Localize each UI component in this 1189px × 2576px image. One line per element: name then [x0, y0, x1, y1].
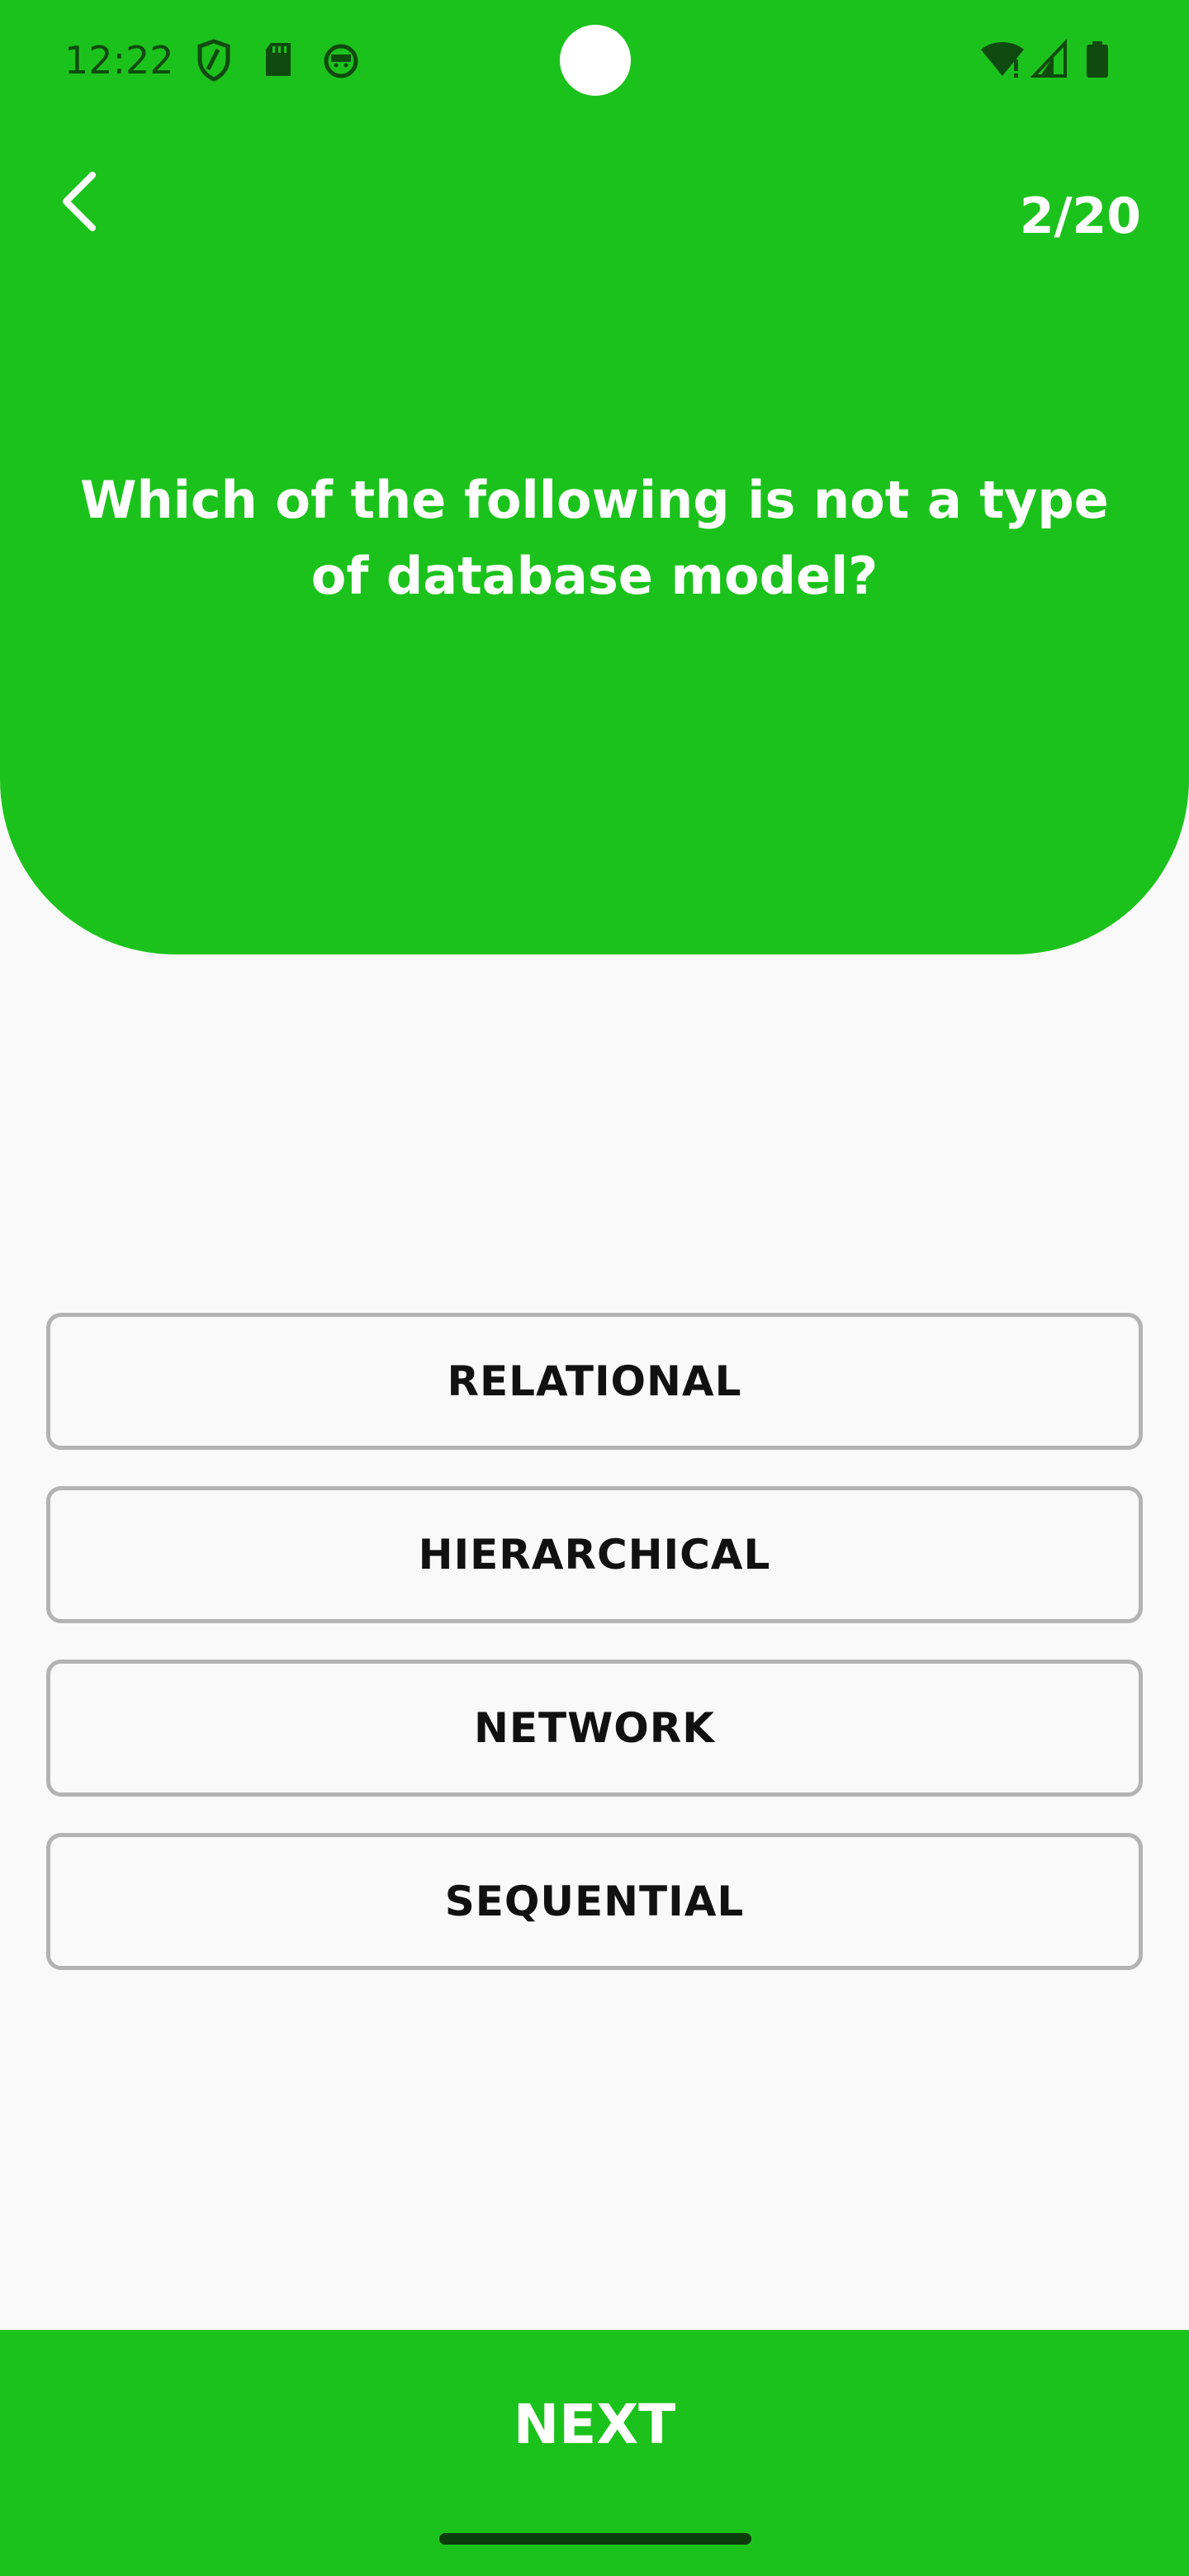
question-counter: 2/20 — [1019, 187, 1141, 245]
status-bar: 12:22 — [0, 0, 1189, 124]
option-label: RELATIONAL — [447, 1357, 742, 1405]
status-time: 12:22 — [64, 38, 174, 83]
option-button-network[interactable]: NETWORK — [46, 1660, 1143, 1797]
sd-card-icon — [259, 38, 297, 83]
answer-options: RELATIONAL HIERARCHICAL NETWORK SEQUENTI… — [46, 1313, 1143, 2006]
option-button-hierarchical[interactable]: HIERARCHICAL — [46, 1486, 1143, 1623]
quiz-screen: 12:22 2/20 Which of the following is not… — [0, 0, 1189, 2576]
signal-icon — [1030, 38, 1068, 83]
back-button[interactable] — [46, 162, 116, 241]
camera-cutout — [560, 25, 631, 96]
question-text: Which of the following is not a type of … — [80, 470, 1109, 606]
option-button-sequential[interactable]: SEQUENTIAL — [46, 1833, 1143, 1970]
next-label: NEXT — [513, 2393, 676, 2456]
option-button-relational[interactable]: RELATIONAL — [46, 1313, 1143, 1450]
option-label: HIERARCHICAL — [418, 1531, 771, 1579]
app-notification-icon — [322, 38, 360, 83]
shield-icon — [195, 38, 233, 83]
battery-icon — [1083, 38, 1111, 83]
chevron-left-icon — [63, 172, 96, 231]
option-label: NETWORK — [473, 1704, 715, 1752]
wifi-alert-icon — [979, 38, 1026, 83]
option-label: SEQUENTIAL — [444, 1878, 745, 1925]
home-indicator[interactable] — [439, 2533, 751, 2545]
